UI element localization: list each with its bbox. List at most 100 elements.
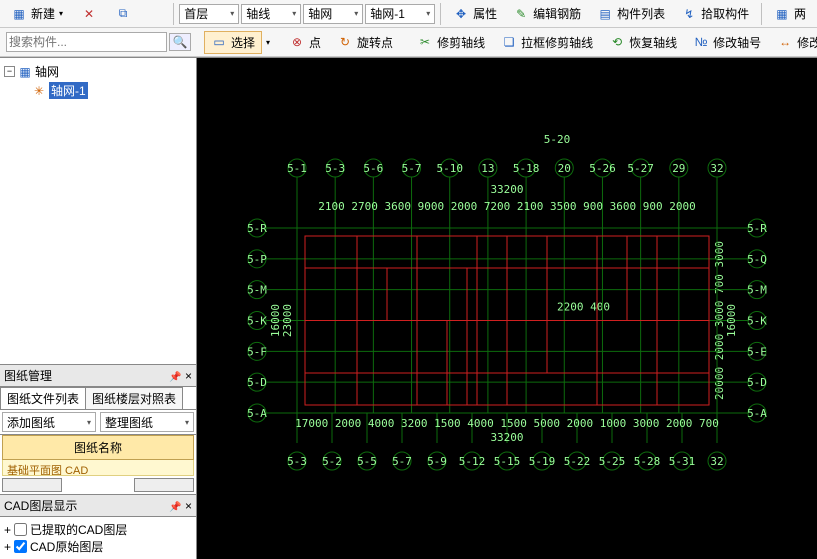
collapse-icon[interactable]: − (4, 66, 15, 77)
svg-text:13: 13 (481, 162, 494, 175)
floor-dropdown[interactable]: 首层▾ (179, 4, 239, 24)
hscroll-left[interactable] (2, 478, 62, 492)
num-icon: № (693, 34, 709, 50)
svg-text:5-12: 5-12 (459, 455, 486, 468)
checkbox[interactable] (14, 540, 27, 553)
svg-text:5-Q: 5-Q (747, 253, 767, 266)
pencil-icon: ✎ (513, 6, 529, 22)
grid-row-1[interactable]: 基础平面图 CAD (2, 460, 194, 476)
svg-text:5-K: 5-K (247, 315, 267, 328)
grid1-dropdown[interactable]: 轴网-1▾ (365, 4, 435, 24)
svg-text:5-18: 5-18 (513, 162, 540, 175)
svg-text:5-20: 5-20 (544, 133, 571, 146)
new-icon: ▦ (11, 6, 27, 22)
svg-text:5-7: 5-7 (402, 162, 422, 175)
dist-icon: ↔ (777, 34, 793, 50)
hscroll-right[interactable] (134, 478, 194, 492)
grid-dropdown[interactable]: 轴网▾ (303, 4, 363, 24)
svg-text:23000: 23000 (281, 304, 294, 337)
copy-icon: ⧉ (115, 6, 131, 22)
select-button[interactable]: ▭选择 (204, 31, 262, 54)
cad-layer-original[interactable]: +CAD原始图层 (4, 538, 192, 555)
svg-text:5-K: 5-K (747, 315, 767, 328)
cad-layer-extracted[interactable]: +已提取的CAD图层 (4, 521, 192, 538)
pin-icon[interactable]: 📌 (169, 372, 181, 383)
tab-file-list[interactable]: 图纸文件列表 (0, 387, 86, 409)
search-icon: 🔍 (172, 34, 188, 50)
svg-text:5-F: 5-F (247, 345, 267, 358)
trim-axis-button[interactable]: ✂修剪轴线 (410, 31, 492, 54)
svg-text:32: 32 (710, 455, 723, 468)
checkbox[interactable] (14, 523, 27, 536)
svg-text:5-27: 5-27 (627, 162, 654, 175)
pick-component-button[interactable]: ↯拾取构件 (674, 2, 756, 25)
pin-icon[interactable]: 📌 (169, 502, 181, 513)
svg-text:5-7: 5-7 (392, 455, 412, 468)
toolbar-row-1: ▦ 新建 ▾ ✕ ⧉ 首层▾ 轴线▾ 轴网▾ 轴网-1▾ ✥属性 ✎编辑钢筋 ▤… (0, 0, 817, 28)
svg-text:5-22: 5-22 (564, 455, 591, 468)
svg-text:5-D: 5-D (247, 376, 267, 389)
arrange-drawing-dropdown[interactable]: 整理图纸▾ (100, 412, 194, 432)
svg-text:5-19: 5-19 (529, 455, 556, 468)
modify-axis-dist-button[interactable]: ↔修改轴距 (770, 31, 817, 54)
drawing-tabs: 图纸文件列表 图纸楼层对照表 (0, 387, 196, 410)
restore-axis-button[interactable]: ⟲恢复轴线 (602, 31, 684, 54)
close-icon[interactable]: × (185, 369, 192, 383)
svg-text:5-R: 5-R (747, 222, 767, 235)
component-list-button[interactable]: ▤构件列表 (590, 2, 672, 25)
svg-text:5-R: 5-R (247, 222, 267, 235)
svg-text:5-5: 5-5 (357, 455, 377, 468)
attr-button[interactable]: ✥属性 (446, 2, 504, 25)
list-icon: ▤ (597, 6, 613, 22)
search-button[interactable]: 🔍 (169, 33, 191, 51)
box-icon: ❏ (501, 34, 517, 50)
svg-text:33200: 33200 (490, 431, 523, 444)
rotate-point-button[interactable]: ↻旋转点 (330, 31, 400, 54)
box-trim-button[interactable]: ❏拉框修剪轴线 (494, 31, 600, 54)
cad-viewport[interactable]: 5-205-15-35-65-75-10135-18205-265-272932… (197, 58, 817, 559)
restore-icon: ⟲ (609, 34, 625, 50)
axisline-dropdown[interactable]: 轴线▾ (241, 4, 301, 24)
point-icon: ⊗ (289, 34, 305, 50)
svg-text:17000 2000 4000 3200 1500 4000: 17000 2000 4000 3200 1500 4000 1500 5000… (295, 417, 719, 430)
svg-text:2100 2700 3600 9000 2000 7200: 2100 2700 3600 9000 2000 7200 2100 3500 … (318, 200, 696, 213)
delete-button[interactable]: ✕ (74, 3, 104, 25)
modify-axis-no-button[interactable]: №修改轴号 (686, 31, 768, 54)
svg-text:5-A: 5-A (247, 407, 267, 420)
cad-layer-header: CAD图层显示 📌 × (0, 494, 196, 517)
scissor-icon: ✂ (417, 34, 433, 50)
tab-floor-compare[interactable]: 图纸楼层对照表 (85, 387, 183, 409)
svg-text:5-P: 5-P (247, 253, 267, 266)
rotate-icon: ↻ (337, 34, 353, 50)
svg-text:5-15: 5-15 (494, 455, 521, 468)
copy-button[interactable]: ⧉ (108, 3, 138, 25)
svg-text:5-31: 5-31 (669, 455, 696, 468)
two-button[interactable]: ▦两 (767, 2, 813, 25)
tree-root[interactable]: − ▦ 轴网 (4, 62, 192, 81)
add-drawing-dropdown[interactable]: 添加图纸▾ (2, 412, 96, 432)
drawing-manager-header: 图纸管理 📌 × (0, 364, 196, 387)
edit-rebar-button[interactable]: ✎编辑钢筋 (506, 2, 588, 25)
grid-header-name: 图纸名称 (2, 435, 194, 460)
svg-text:5-M: 5-M (747, 284, 767, 297)
close-icon[interactable]: × (185, 499, 192, 513)
toolbar-row-2: 🔍 ▭选择 ▾ ⊗点 ↻旋转点 ✂修剪轴线 ❏拉框修剪轴线 ⟲恢复轴线 №修改轴… (0, 28, 817, 57)
tree-item-grid1[interactable]: ✳ 轴网-1 (4, 81, 192, 100)
svg-text:5-M: 5-M (247, 284, 267, 297)
component-tree[interactable]: − ▦ 轴网 ✳ 轴网-1 (0, 58, 196, 364)
svg-text:5-3: 5-3 (325, 162, 345, 175)
gear-icon: ✥ (453, 6, 469, 22)
svg-text:5-25: 5-25 (599, 455, 626, 468)
point-button[interactable]: ⊗点 (282, 31, 328, 54)
svg-text:32: 32 (710, 162, 723, 175)
svg-text:5-28: 5-28 (634, 455, 661, 468)
left-panel: − ▦ 轴网 ✳ 轴网-1 图纸管理 📌 × 图纸文件列表 图纸楼层对照表 添加… (0, 58, 197, 559)
x-icon: ✕ (81, 6, 97, 22)
search-input[interactable] (6, 32, 167, 52)
cad-layer-tree[interactable]: +已提取的CAD图层 +CAD原始图层 (0, 517, 196, 559)
svg-text:29: 29 (672, 162, 685, 175)
grid-icon: ▦ (774, 6, 790, 22)
svg-text:5-26: 5-26 (589, 162, 616, 175)
new-button[interactable]: ▦ 新建 ▾ (4, 2, 70, 25)
svg-text:5-1: 5-1 (287, 162, 307, 175)
